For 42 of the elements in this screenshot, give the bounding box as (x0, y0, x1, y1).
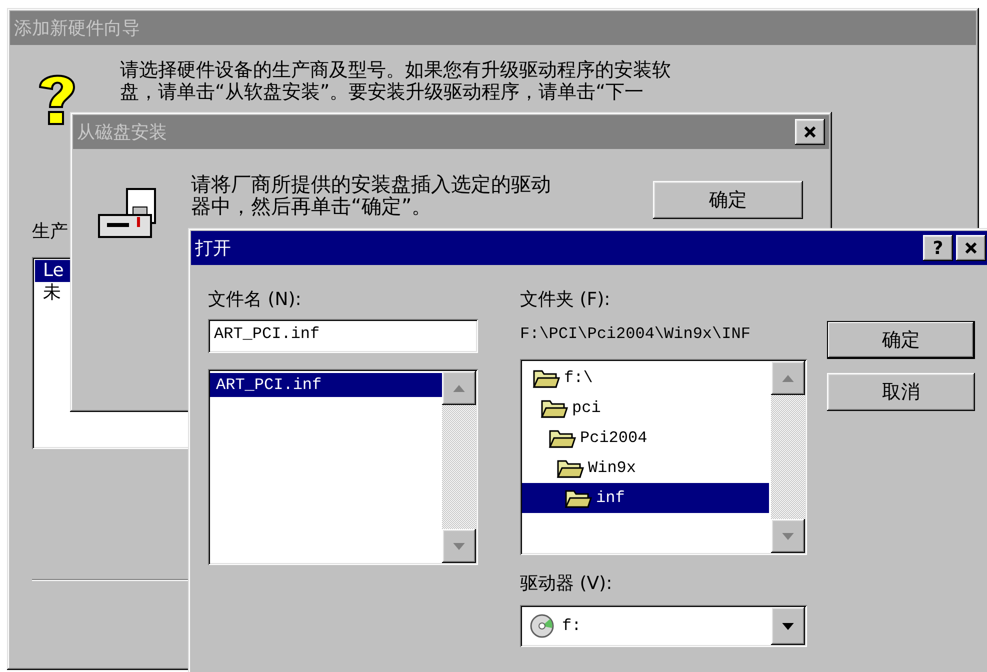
close-icon (964, 241, 978, 255)
folder-item[interactable]: inf (522, 483, 769, 513)
ok-button[interactable]: 确定 (653, 181, 803, 219)
file-name-field[interactable]: ART_PCI.inf (208, 319, 478, 353)
scroll-down-button[interactable] (442, 529, 476, 563)
file-list[interactable]: ART_PCI.inf (208, 369, 478, 565)
list-label: 生产 (32, 220, 69, 243)
file-item[interactable]: ART_PCI.inf (210, 373, 442, 397)
folder-item[interactable]: Pci2004 (522, 423, 769, 453)
field-label: 文件名 (N): (208, 288, 302, 312)
field-label: 文件夹 (F): (520, 288, 612, 312)
folder-path: F:\PCI\Pci2004\Win9x\INF (520, 324, 752, 345)
down-arrow-icon (782, 532, 794, 540)
dialog-title: 从磁盘安装 (77, 121, 168, 144)
instruction-text: 器中，然后再单击“确定”。 (191, 195, 433, 217)
dialog-button[interactable]: 取消 (827, 373, 975, 411)
scroll-down-button[interactable] (771, 519, 805, 553)
close-button[interactable] (956, 235, 986, 261)
dropdown-arrow-icon (782, 622, 794, 630)
instruction-text: 盘，请单击“从软盘安装”。要安装升级驱动程序，请单击“下一 (120, 81, 645, 103)
instruction-text: 请将厂商所提供的安装盘插入选定的驱动 (191, 173, 552, 195)
folder-item[interactable]: Win9x (522, 453, 769, 483)
up-arrow-icon (453, 384, 465, 392)
scroll-up-button[interactable] (442, 371, 476, 405)
down-arrow-icon (453, 542, 465, 550)
cd-icon (530, 614, 554, 638)
folder-item[interactable]: f:\ (522, 363, 769, 393)
scrollbar[interactable] (442, 371, 476, 563)
dialog-button[interactable]: 确定 (827, 321, 975, 359)
scrollbar[interactable] (771, 361, 805, 553)
up-arrow-icon (782, 374, 794, 382)
field-label: 驱动器 (V): (520, 572, 614, 596)
dialog-title: 打开 (195, 237, 232, 260)
close-icon (803, 125, 817, 139)
scroll-up-button[interactable] (771, 361, 805, 395)
drive-dropdown[interactable]: f: (520, 605, 807, 647)
folder-item[interactable]: pci (522, 393, 769, 423)
window-title: 添加新硬件向导 (14, 17, 141, 40)
instruction-text: 请选择硬件设备的生产商及型号。如果您有升级驱动程序的安装软 (120, 59, 671, 81)
close-button[interactable] (795, 119, 825, 145)
help-button[interactable]: ? (923, 235, 953, 261)
folder-list[interactable]: f:\ pci Pci2004 Win9x inf (520, 359, 807, 555)
